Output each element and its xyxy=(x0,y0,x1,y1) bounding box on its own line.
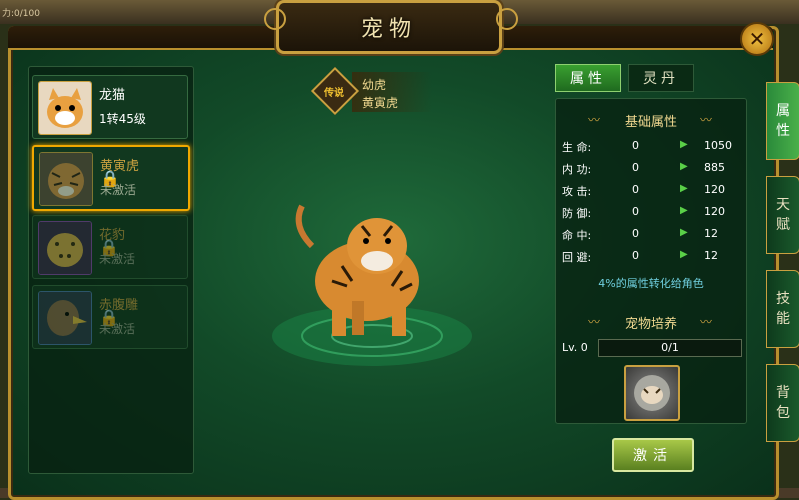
close-button[interactable]: ✕ xyxy=(740,22,774,56)
side-tab-bag[interactable]: 背 包 xyxy=(766,364,799,442)
window-title: 宠物 xyxy=(360,17,417,42)
attribute-label: 生 命: xyxy=(562,141,592,154)
pet-item-longmao[interactable]: 龙猫 1转45级 xyxy=(32,75,188,139)
arrow-right-icon: ▶ xyxy=(680,205,688,216)
scroll-ornament-icon: 〰 xyxy=(700,315,713,329)
pet-item-huangyinhu[interactable]: 黄寅虎 🔒 未激活 xyxy=(32,145,190,211)
pet-level: 1转45级 xyxy=(99,112,146,126)
pet-level: 未激活 xyxy=(99,252,136,266)
side-tab-attributes[interactable]: 属 性 xyxy=(766,82,799,160)
attribute-next: 885 xyxy=(704,161,725,174)
arrow-right-icon: ▶ xyxy=(680,161,688,172)
tier-label: 传说 xyxy=(324,88,344,99)
attribute-current: 0 xyxy=(632,205,639,218)
attribute-next: 12 xyxy=(704,249,718,262)
attribute-label: 内 功: xyxy=(562,163,592,176)
close-icon: ✕ xyxy=(748,27,766,51)
pet-level: 未激活 xyxy=(99,322,136,336)
attribute-label: 命 中: xyxy=(562,229,592,242)
pet-avatar xyxy=(38,291,92,345)
tiger-token-icon xyxy=(634,375,670,411)
pet-avatar xyxy=(38,221,92,275)
attribute-current: 0 xyxy=(632,183,639,196)
ornament-right-icon xyxy=(496,8,518,30)
pet-display: 传说 幼虎 黄寅虎 xyxy=(192,66,552,472)
attribute-current: 0 xyxy=(632,227,639,240)
side-tab-label: 天 赋 xyxy=(776,197,790,233)
base-attributes-title: 基础属性 xyxy=(624,115,677,130)
attribute-row: 防 御: 0 ▶ 120 xyxy=(562,205,742,223)
arrow-right-icon: ▶ xyxy=(680,227,688,238)
cultivation-progress-bar: 0/1 xyxy=(598,339,742,357)
attribute-row: 生 命: 0 ▶ 1050 xyxy=(562,139,742,157)
background-text: 力:0/100 xyxy=(2,9,40,19)
attribute-current: 0 xyxy=(632,161,639,174)
attribute-current: 0 xyxy=(632,139,639,152)
cultivation-title: 宠物培养 xyxy=(624,317,677,332)
pet-avatar xyxy=(38,81,92,135)
side-tab-label: 属 性 xyxy=(776,103,790,139)
attribute-label: 防 御: xyxy=(562,207,592,220)
tab-elixir[interactable]: 灵丹 xyxy=(628,64,694,92)
attribute-row: 攻 击: 0 ▶ 120 xyxy=(562,183,742,201)
pet-display-name: 黄寅虎 xyxy=(362,96,399,110)
attribute-label: 攻 击: xyxy=(562,185,592,198)
pet-item-huabao[interactable]: 花豹 🔒 未激活 xyxy=(32,215,188,279)
attribute-next: 120 xyxy=(704,205,725,218)
attribute-row: 内 功: 0 ▶ 885 xyxy=(562,161,742,179)
pet-avatar xyxy=(39,152,93,206)
pet-item-chifudiao[interactable]: 赤腹雕 🔒 未激活 xyxy=(32,285,188,349)
ornament-left-icon xyxy=(264,8,286,30)
pet-level: 未激活 xyxy=(100,183,137,197)
attribute-convert-note: 4%的属性转化给角色 xyxy=(598,277,704,290)
attribute-panel: 〰 基础属性 〰 生 命: 0 ▶ 1050 内 功: 0 ▶ 885 攻 击:… xyxy=(555,98,747,424)
scroll-ornament-icon: 〰 xyxy=(700,113,713,127)
attribute-next: 12 xyxy=(704,227,718,240)
side-tab-skills[interactable]: 技 能 xyxy=(766,270,799,348)
side-tab-talent[interactable]: 天 赋 xyxy=(766,176,799,254)
attribute-label: 回 避: xyxy=(562,251,592,264)
tab-attributes[interactable]: 属性 xyxy=(555,64,621,92)
activate-button[interactable]: 激活 xyxy=(612,438,694,472)
attribute-next: 120 xyxy=(704,183,725,196)
attribute-row: 命 中: 0 ▶ 12 xyxy=(562,227,742,245)
cultivation-item-slot[interactable] xyxy=(624,365,680,421)
cultivation-progress-text: 0/1 xyxy=(661,341,679,354)
arrow-right-icon: ▶ xyxy=(680,183,688,194)
window-title-plate: 宠物 xyxy=(276,0,502,54)
pet-list: 龙猫 1转45级 黄寅虎 🔒 未激活 花豹 🔒 未激活 赤腹雕 🔒 未激活 xyxy=(28,66,194,474)
pet-stage-name: 幼虎 xyxy=(362,78,387,92)
attribute-current: 0 xyxy=(632,249,639,262)
arrow-right-icon: ▶ xyxy=(680,139,688,150)
arrow-right-icon: ▶ xyxy=(680,249,688,260)
attribute-row: 回 避: 0 ▶ 12 xyxy=(562,249,742,267)
pet-name: 龙猫 xyxy=(99,88,126,103)
side-tab-label: 背 包 xyxy=(776,385,790,421)
side-tab-label: 技 能 xyxy=(776,291,790,327)
attribute-next: 1050 xyxy=(704,139,732,152)
tiger-model-icon xyxy=(272,204,472,366)
cultivation-level: Lv. 0 xyxy=(562,341,588,354)
